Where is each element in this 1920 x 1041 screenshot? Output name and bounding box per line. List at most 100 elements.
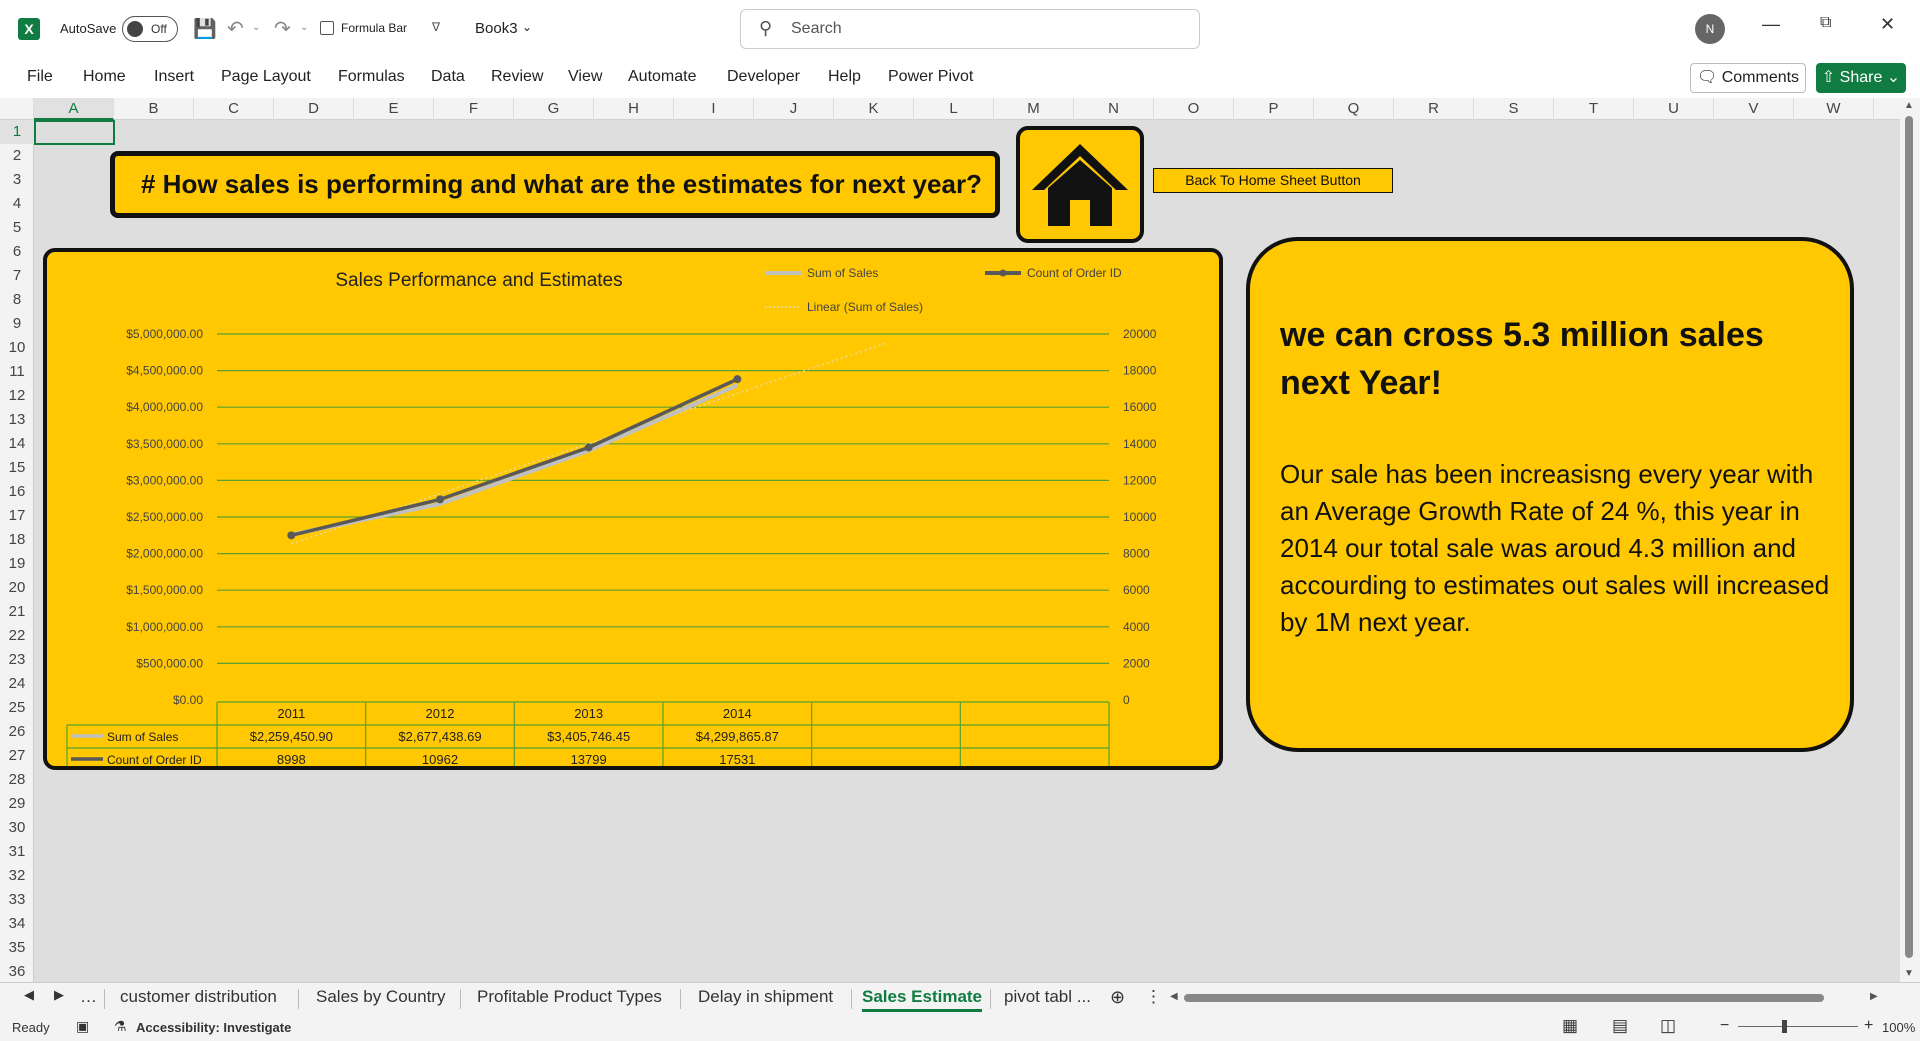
row-header-22[interactable]: 22 [0, 624, 34, 648]
row-header-6[interactable]: 6 [0, 240, 34, 264]
menu-file[interactable]: File [27, 68, 53, 86]
undo-dropdown-icon[interactable]: ⌄ [252, 22, 260, 33]
minimize-icon[interactable]: — [1762, 14, 1780, 35]
add-sheet-icon[interactable]: ⊕ [1110, 987, 1125, 1008]
menu-review[interactable]: Review [491, 68, 543, 86]
formula-bar-checkbox[interactable] [320, 21, 334, 35]
workbook-menu-chevron-icon[interactable]: ⌄ [522, 20, 532, 34]
column-header-f[interactable]: F [434, 98, 514, 120]
restore-icon[interactable]: ⧉ [1820, 14, 1831, 32]
column-header-s[interactable]: S [1474, 98, 1554, 120]
column-header-r[interactable]: R [1394, 98, 1474, 120]
scroll-right-icon[interactable]: ▶ [1870, 991, 1878, 1002]
row-header-29[interactable]: 29 [0, 792, 34, 816]
column-header-j[interactable]: J [754, 98, 834, 120]
menu-developer[interactable]: Developer [727, 68, 800, 86]
row-header-36[interactable]: 36 [0, 960, 34, 984]
row-header-10[interactable]: 10 [0, 336, 34, 360]
row-header-16[interactable]: 16 [0, 480, 34, 504]
redo-icon[interactable]: ↷ [274, 16, 291, 41]
row-header-13[interactable]: 13 [0, 408, 34, 432]
menu-view[interactable]: View [568, 68, 602, 86]
tab-sales-by-country[interactable]: Sales by Country [316, 987, 445, 1007]
row-header-4[interactable]: 4 [0, 192, 34, 216]
row-header-17[interactable]: 17 [0, 504, 34, 528]
more-sheets-icon[interactable]: … [80, 987, 97, 1007]
row-header-32[interactable]: 32 [0, 864, 34, 888]
save-icon[interactable]: 💾 [193, 17, 217, 41]
row-header-24[interactable]: 24 [0, 672, 34, 696]
column-header-d[interactable]: D [274, 98, 354, 120]
row-header-20[interactable]: 20 [0, 576, 34, 600]
menu-home[interactable]: Home [83, 68, 126, 86]
close-icon[interactable]: ✕ [1880, 14, 1895, 35]
row-header-30[interactable]: 30 [0, 816, 34, 840]
menu-automate[interactable]: Automate [628, 68, 696, 86]
column-header-p[interactable]: P [1234, 98, 1314, 120]
row-header-8[interactable]: 8 [0, 288, 34, 312]
row-header-28[interactable]: 28 [0, 768, 34, 792]
row-header-3[interactable]: 3 [0, 168, 34, 192]
row-header-25[interactable]: 25 [0, 696, 34, 720]
select-all-corner[interactable] [0, 98, 34, 120]
row-header-31[interactable]: 31 [0, 840, 34, 864]
row-header-19[interactable]: 19 [0, 552, 34, 576]
tab-sales-estimate[interactable]: Sales Estimate [862, 987, 983, 1012]
normal-view-icon[interactable]: ▦ [1562, 1016, 1578, 1036]
insight-textbox[interactable]: we can cross 5.3 million sales next Year… [1246, 237, 1854, 752]
row-header-7[interactable]: 7 [0, 264, 34, 288]
search-box[interactable]: ⚲ Search [740, 9, 1200, 49]
column-header-q[interactable]: Q [1314, 98, 1394, 120]
scroll-down-icon[interactable]: ▼ [1904, 968, 1914, 979]
row-header-27[interactable]: 27 [0, 744, 34, 768]
row-header-11[interactable]: 11 [0, 360, 34, 384]
share-button[interactable]: ⇧ Share ⌄ [1816, 63, 1906, 93]
column-header-e[interactable]: E [354, 98, 434, 120]
row-header-21[interactable]: 21 [0, 600, 34, 624]
prev-sheet-icon[interactable]: ◀ [24, 987, 34, 1003]
tab-pivot-table[interactable]: pivot tabl ... [1004, 987, 1091, 1007]
column-header-w[interactable]: W [1794, 98, 1874, 120]
column-header-u[interactable]: U [1634, 98, 1714, 120]
column-header-l[interactable]: L [914, 98, 994, 120]
column-header-t[interactable]: T [1554, 98, 1634, 120]
avatar[interactable]: N [1695, 14, 1725, 44]
row-header-18[interactable]: 18 [0, 528, 34, 552]
menu-page-layout[interactable]: Page Layout [221, 68, 311, 86]
column-header-a[interactable]: A [34, 98, 114, 120]
row-header-35[interactable]: 35 [0, 936, 34, 960]
row-header-12[interactable]: 12 [0, 384, 34, 408]
zoom-slider[interactable] [1738, 1026, 1858, 1027]
menu-formulas[interactable]: Formulas [338, 68, 405, 86]
tab-options-icon[interactable]: ⋮ [1145, 987, 1162, 1007]
row-header-33[interactable]: 33 [0, 888, 34, 912]
column-header-n[interactable]: N [1074, 98, 1154, 120]
column-header-m[interactable]: M [994, 98, 1074, 120]
column-header-o[interactable]: O [1154, 98, 1234, 120]
comments-button[interactable]: 🗨 Comments [1690, 63, 1806, 93]
redo-dropdown-icon[interactable]: ⌄ [300, 22, 308, 33]
column-header-c[interactable]: C [194, 98, 274, 120]
scroll-up-icon[interactable]: ▲ [1904, 100, 1914, 111]
row-header-15[interactable]: 15 [0, 456, 34, 480]
row-header-34[interactable]: 34 [0, 912, 34, 936]
vertical-scrollbar[interactable]: ▲ ▼ [1900, 98, 1920, 982]
column-header-v[interactable]: V [1714, 98, 1794, 120]
tab-customer-distribution[interactable]: customer distribution [120, 987, 277, 1007]
home-button[interactable] [1016, 126, 1144, 243]
vertical-scroll-thumb[interactable] [1905, 116, 1913, 958]
workbook-name[interactable]: Book3 [475, 20, 518, 37]
zoom-slider-thumb[interactable] [1782, 1020, 1787, 1033]
active-cell-a1[interactable] [34, 120, 115, 145]
scroll-left-icon[interactable]: ◀ [1170, 991, 1178, 1002]
horizontal-scroll-thumb[interactable] [1184, 994, 1824, 1002]
row-header-23[interactable]: 23 [0, 648, 34, 672]
row-header-2[interactable]: 2 [0, 144, 34, 168]
customize-toolbar-icon[interactable]: ∇ [432, 20, 440, 34]
page-break-view-icon[interactable]: ◫ [1660, 1016, 1676, 1036]
row-header-14[interactable]: 14 [0, 432, 34, 456]
row-header-5[interactable]: 5 [0, 216, 34, 240]
tab-profitable-product-types[interactable]: Profitable Product Types [477, 987, 662, 1007]
column-header-g[interactable]: G [514, 98, 594, 120]
menu-help[interactable]: Help [828, 68, 861, 86]
